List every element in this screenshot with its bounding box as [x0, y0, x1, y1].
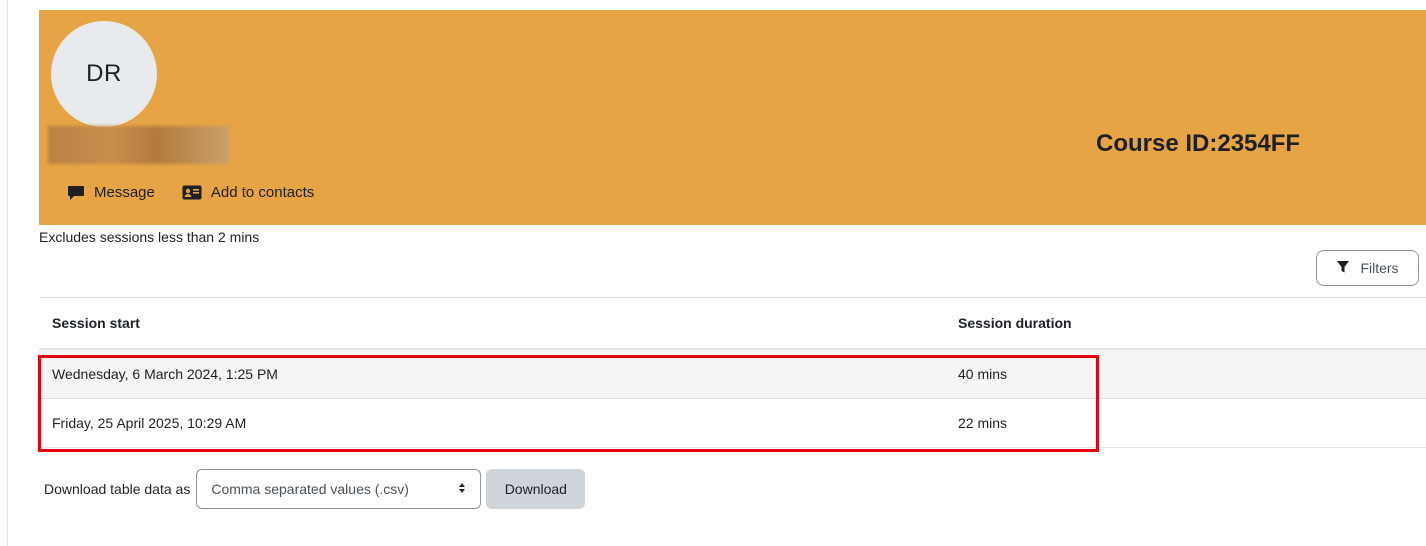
message-icon [67, 185, 85, 201]
page-left-border [7, 0, 8, 546]
filters-label: Filters [1360, 260, 1399, 276]
session-start-cell: Wednesday, 6 March 2024, 1:25 PM [52, 366, 278, 382]
download-format-select[interactable]: Comma separated values (.csv) [196, 469, 482, 509]
table-row: Friday, 25 April 2025, 10:29 AM 22 mins [39, 399, 1426, 448]
profile-actions: Message Add to contacts [67, 184, 341, 201]
avatar-initials: DR [86, 60, 122, 87]
filters-button[interactable]: Filters [1316, 250, 1419, 286]
profile-header: DR Course ID:2354FF Message Add to conta… [39, 10, 1426, 225]
session-duration-cell: 40 mins [958, 366, 1008, 382]
download-label: Download table data as [44, 481, 191, 497]
download-bar: Download table data as Comma separated v… [44, 469, 586, 509]
course-id: Course ID:2354FF [1096, 130, 1301, 157]
select-arrows-icon [458, 481, 466, 497]
download-format-value: Comma separated values (.csv) [211, 481, 409, 497]
address-card-icon [182, 185, 202, 200]
session-start-cell: Friday, 25 April 2025, 10:29 AM [52, 415, 247, 431]
table-row: Wednesday, 6 March 2024, 1:25 PM 40 mins [39, 350, 1426, 399]
download-button[interactable]: Download [486, 469, 586, 509]
message-label: Message [94, 184, 155, 201]
column-header-session-duration[interactable]: Session duration [958, 315, 1072, 331]
avatar: DR [51, 21, 157, 127]
table-header-row: Session start Session duration [39, 297, 1426, 350]
sessions-note: Excludes sessions less than 2 mins [39, 229, 260, 245]
filter-icon [1336, 260, 1350, 277]
column-header-session-start[interactable]: Session start [52, 315, 140, 331]
redacted-user-name [48, 126, 229, 164]
message-button[interactable]: Message [67, 184, 155, 201]
add-to-contacts-button[interactable]: Add to contacts [182, 184, 314, 201]
session-duration-cell: 22 mins [958, 415, 1008, 431]
sessions-table: Session start Session duration Wednesday… [39, 297, 1426, 448]
add-to-contacts-label: Add to contacts [210, 184, 315, 201]
